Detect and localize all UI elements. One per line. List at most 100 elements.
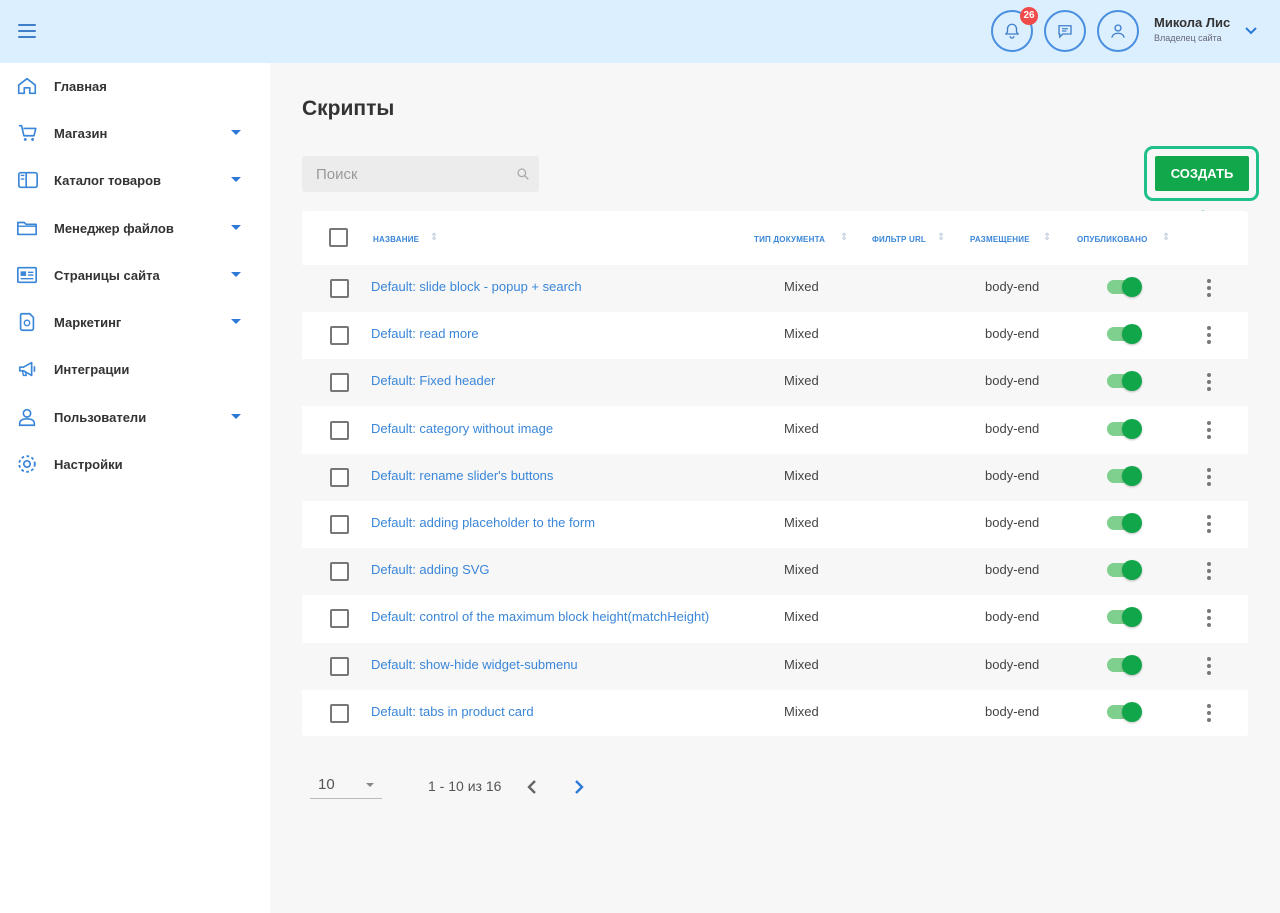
more-actions-icon[interactable] <box>1207 562 1211 581</box>
pagination-range: 1 - 10 из 16 <box>428 778 502 794</box>
placement: body-end <box>985 656 1040 672</box>
notifications-badge: 26 <box>1020 7 1038 25</box>
column-header-doc-type[interactable]: Тип документа <box>754 235 825 244</box>
script-name-link[interactable]: Default: Fixed header <box>371 373 495 388</box>
more-actions-icon[interactable] <box>1207 656 1211 675</box>
row-checkbox[interactable] <box>330 656 349 676</box>
script-name-link[interactable]: Default: adding SVG <box>371 562 490 577</box>
published-toggle[interactable] <box>1107 701 1142 722</box>
script-name-link[interactable]: Default: rename slider's buttons <box>371 468 553 483</box>
published-toggle[interactable] <box>1107 654 1142 675</box>
more-actions-icon[interactable] <box>1207 373 1211 392</box>
caret-down-icon[interactable] <box>366 783 374 787</box>
profile-button[interactable] <box>1097 10 1139 52</box>
marketing-icon <box>19 312 35 332</box>
column-header-published[interactable]: Опубликовано <box>1077 235 1148 244</box>
more-actions-icon[interactable] <box>1207 703 1211 722</box>
more-actions-icon[interactable] <box>1207 609 1211 628</box>
published-toggle[interactable] <box>1107 277 1142 297</box>
document-type: Mixed <box>784 373 819 389</box>
script-name-link[interactable]: Default: slide block - popup + search <box>371 279 582 294</box>
row-checkbox[interactable] <box>330 279 349 298</box>
scripts-table: Название ⇕ Тип документа ⇕ Фильтр URL ⇕ … <box>302 211 1248 736</box>
home-icon <box>17 77 37 95</box>
sidebar-item-home[interactable]: Главная <box>0 66 270 106</box>
more-actions-icon[interactable] <box>1207 515 1211 533</box>
sidebar-item-file-manager[interactable]: Менеджер файлов <box>0 208 270 248</box>
row-checkbox[interactable] <box>330 703 349 723</box>
more-actions-icon[interactable] <box>1207 420 1211 439</box>
row-checkbox[interactable] <box>330 326 349 346</box>
table-row: Default: control of the maximum block he… <box>302 595 1248 642</box>
published-toggle[interactable] <box>1107 465 1142 486</box>
table-row: Default: rename slider's buttons Mixed bod… <box>302 453 1248 501</box>
published-toggle[interactable] <box>1107 324 1142 345</box>
toggle-knob <box>1122 560 1142 581</box>
page-title: Скрипты <box>302 97 395 120</box>
sidebar-item-label: Каталог товаров <box>54 173 162 188</box>
sidebar-item-users[interactable]: Пользователи <box>0 397 270 437</box>
script-name-link[interactable]: Default: tabs in product card <box>371 704 534 719</box>
published-toggle[interactable] <box>1107 607 1142 628</box>
more-actions-icon[interactable] <box>1207 279 1211 297</box>
sort-icon[interactable]: ⇕ <box>840 232 848 243</box>
sidebar-item-pages[interactable]: Страницы сайта <box>0 255 270 295</box>
more-actions-icon[interactable] <box>1207 467 1211 486</box>
script-name-link[interactable]: Default: category without image <box>371 421 553 436</box>
script-name-link[interactable]: Default: control of the maximum block he… <box>371 609 709 624</box>
sidebar-item-label: Интеграции <box>54 362 130 377</box>
script-name-link[interactable]: Default: read more <box>371 326 479 341</box>
published-toggle[interactable] <box>1107 418 1142 439</box>
placement: body-end <box>985 467 1040 483</box>
search-icon[interactable] <box>516 167 530 181</box>
more-actions-icon[interactable] <box>1207 326 1211 345</box>
chevron-down-icon[interactable] <box>1244 26 1258 36</box>
column-header-name[interactable]: Название <box>373 235 419 244</box>
placement: body-end <box>985 420 1040 436</box>
sort-icon[interactable]: ⇕ <box>937 232 945 243</box>
toggle-knob <box>1122 324 1142 345</box>
placement: body-end <box>985 703 1040 719</box>
row-checkbox[interactable] <box>330 515 349 534</box>
published-toggle[interactable] <box>1107 560 1142 581</box>
row-checkbox[interactable] <box>330 373 349 393</box>
sidebar-item-label: Главная <box>54 79 107 94</box>
toggle-knob <box>1122 277 1142 297</box>
sidebar-item-integrations[interactable]: Интеграции <box>0 349 270 389</box>
script-name-link[interactable]: Default: show-hide widget-submenu <box>371 657 578 672</box>
sidebar-item-shop[interactable]: Магазин <box>0 113 270 153</box>
document-type: Mixed <box>784 656 819 672</box>
column-header-url-filter[interactable]: Фильтр URL <box>872 235 926 244</box>
users-icon <box>18 408 36 427</box>
sort-icon[interactable]: ⇕ <box>430 232 438 243</box>
published-toggle[interactable] <box>1107 371 1142 392</box>
row-checkbox[interactable] <box>330 609 349 629</box>
published-toggle[interactable] <box>1107 513 1142 533</box>
select-all-checkbox[interactable] <box>329 228 348 247</box>
user-icon <box>1111 24 1125 38</box>
row-checkbox[interactable] <box>330 562 349 582</box>
create-button[interactable]: СОЗДАТЬ <box>1155 156 1249 191</box>
table-row: Default: read more Mixed body-end <box>302 312 1248 359</box>
chevron-left-icon[interactable] <box>526 779 538 795</box>
user-role: Владелец сайта <box>1154 33 1222 43</box>
sidebar-item-marketing[interactable]: Маркетинг <box>0 302 270 342</box>
sidebar-item-settings[interactable]: Настройки <box>0 444 270 484</box>
row-checkbox[interactable] <box>330 467 349 487</box>
chevron-right-icon[interactable] <box>573 779 585 795</box>
column-header-placement[interactable]: Размещение <box>970 235 1030 244</box>
messages-button[interactable] <box>1044 10 1086 52</box>
caret-down-icon <box>231 414 241 419</box>
table-row: Default: slide block - popup + search Mix… <box>302 265 1248 312</box>
sidebar-item-catalog[interactable]: Каталог товаров <box>0 160 270 200</box>
menu-icon[interactable] <box>18 24 36 38</box>
row-checkbox[interactable] <box>330 420 349 440</box>
notifications-button[interactable]: 26 <box>991 7 1038 52</box>
table-row: Default: adding placeholder to the form M… <box>302 501 1248 548</box>
sort-icon[interactable]: ⇕ <box>1043 232 1051 243</box>
user-name[interactable]: Микола Лис <box>1154 15 1230 30</box>
folder-icon <box>17 221 37 236</box>
per-page-select[interactable]: 10 <box>318 776 335 793</box>
script-name-link[interactable]: Default: adding placeholder to the form <box>371 515 595 530</box>
sort-icon[interactable]: ⇕ <box>1162 232 1170 243</box>
